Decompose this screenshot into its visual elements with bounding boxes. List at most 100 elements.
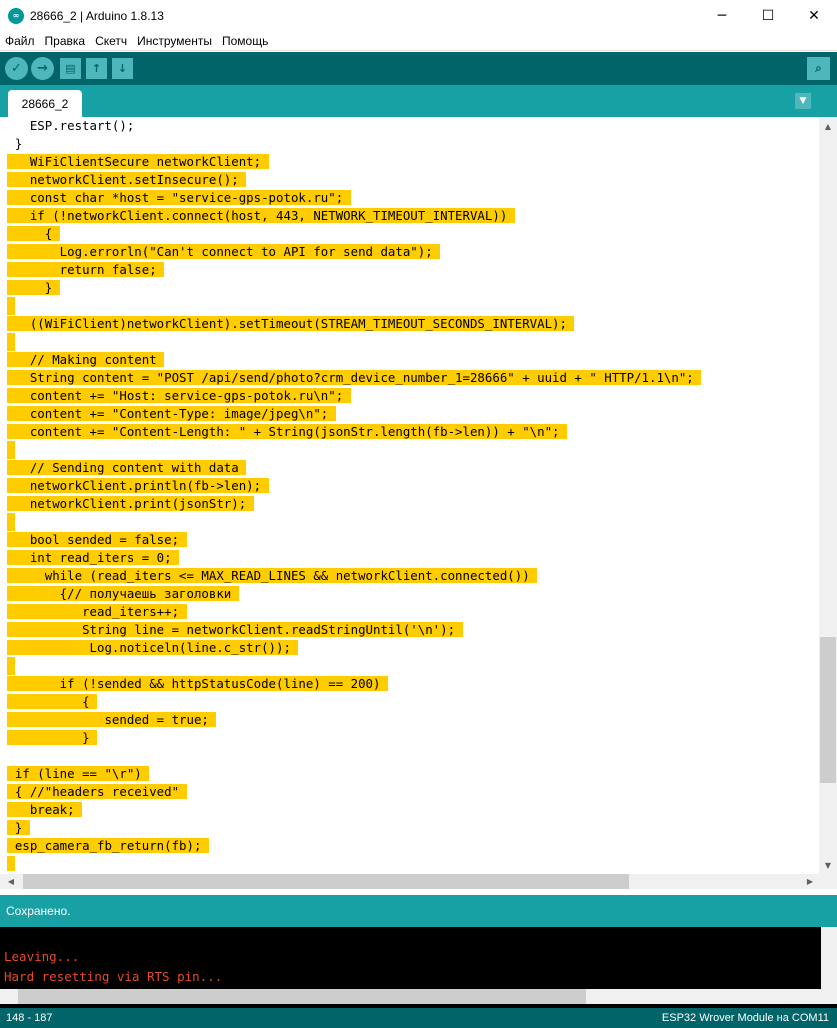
code-line[interactable] (0, 855, 819, 873)
menu-sketch[interactable]: Скетч (90, 34, 132, 48)
scroll-left-icon[interactable]: ◀ (2, 872, 20, 890)
code-line[interactable]: if (!sended && httpStatusCode(line) == 2… (0, 675, 819, 693)
code-line[interactable]: if (!networkClient.connect(host, 443, NE… (0, 207, 819, 225)
tab-menu-button[interactable]: ▼ (795, 93, 811, 109)
code-line-text: if (!sended && httpStatusCode(line) == 2… (7, 676, 388, 691)
menu-tools[interactable]: Инструменты (132, 34, 217, 48)
code-line[interactable] (0, 513, 819, 531)
code-line[interactable]: } (0, 135, 819, 153)
console-vertical-scrollbar[interactable] (821, 927, 837, 993)
code-line-text: bool sended = false; (7, 532, 187, 547)
code-line-text: { //"headers received" (7, 784, 187, 799)
code-line[interactable]: int read_iters = 0; (0, 549, 819, 567)
code-editor[interactable]: ESP.restart(); } WiFiClientSecure networ… (0, 117, 837, 874)
editor-horizontal-scrollbar[interactable]: ◀ ▶ (0, 874, 837, 889)
code-line[interactable]: bool sended = false; (0, 531, 819, 549)
code-line-text: Log.noticeln(line.c_str()); (7, 640, 299, 655)
code-line-text: return false; (7, 262, 165, 277)
code-line[interactable] (0, 333, 819, 351)
code-line[interactable]: {// получаешь заголовки (0, 585, 819, 603)
code-line-text: sended = true; (7, 712, 217, 727)
code-line[interactable]: Log.noticeln(line.c_str()); (0, 639, 819, 657)
code-line[interactable]: String content = "POST /api/send/photo?c… (0, 369, 819, 387)
code-line[interactable]: content += "Content-Type: image/jpeg\n"; (0, 405, 819, 423)
code-area[interactable]: ESP.restart(); } WiFiClientSecure networ… (0, 117, 819, 874)
code-line[interactable]: content += "Content-Length: " + String(j… (0, 423, 819, 441)
menu-edit[interactable]: Правка (40, 34, 91, 48)
scroll-right-icon[interactable]: ▶ (801, 872, 819, 890)
open-button[interactable]: ↑ (86, 58, 107, 79)
code-line[interactable]: WiFiClientSecure networkClient; (0, 153, 819, 171)
code-line[interactable]: content += "Host: service-gps-potok.ru\n… (0, 387, 819, 405)
code-line-text: networkClient.println(fb->len); (7, 478, 269, 493)
close-button[interactable]: ✕ (791, 0, 837, 31)
code-line[interactable]: networkClient.setInsecure(); (0, 171, 819, 189)
code-line-text (7, 441, 16, 459)
editor-vertical-scrollbar[interactable]: ▲ ▼ (819, 117, 837, 874)
code-line[interactable]: return false; (0, 261, 819, 279)
upload-button[interactable]: → (31, 57, 54, 80)
arrow-right-icon: → (37, 61, 48, 76)
code-line[interactable]: if (line == "\r") (0, 765, 819, 783)
code-line-text: {// получаешь заголовки (7, 586, 239, 601)
code-line[interactable]: while (read_iters <= MAX_READ_LINES && n… (0, 567, 819, 585)
code-line[interactable]: { (0, 693, 819, 711)
scroll-down-icon[interactable]: ▼ (819, 856, 837, 874)
code-line[interactable] (0, 441, 819, 459)
verify-button[interactable]: ✓ (5, 57, 28, 80)
menu-file[interactable]: Файл (0, 34, 40, 48)
maximize-button[interactable]: ☐ (745, 0, 791, 31)
code-line-text: String content = "POST /api/send/photo?c… (7, 370, 702, 385)
code-line[interactable] (0, 747, 819, 765)
code-line-text: Log.errorln("Can't connect to API for se… (7, 244, 441, 259)
code-line-text: const char *host = "service-gps-potok.ru… (7, 190, 351, 205)
check-icon: ✓ (11, 61, 22, 76)
code-line[interactable]: // Sending content with data (0, 459, 819, 477)
code-line-text: ((WiFiClient)networkClient).setTimeout(S… (7, 316, 575, 331)
code-line[interactable]: } (0, 279, 819, 297)
code-line[interactable]: networkClient.print(jsonStr); (0, 495, 819, 513)
code-line[interactable]: sended = true; (0, 711, 819, 729)
code-line[interactable]: break; (0, 801, 819, 819)
code-line[interactable] (0, 297, 819, 315)
code-line-text: } (7, 730, 97, 745)
magnifier-icon: ⌕ (815, 61, 822, 75)
console-horizontal-scrollbar[interactable] (0, 989, 837, 1004)
code-line[interactable]: { //"headers received" (0, 783, 819, 801)
menu-bar: Файл Правка Скетч Инструменты Помощь (0, 31, 837, 51)
save-button[interactable]: ↓ (112, 58, 133, 79)
editor-vertical-scroll-thumb[interactable] (820, 637, 836, 783)
minimize-button[interactable]: ─ (699, 0, 745, 31)
console-line: Hard resetting via RTS pin... (4, 969, 223, 984)
code-line[interactable]: ((WiFiClient)networkClient).setTimeout(S… (0, 315, 819, 333)
code-line[interactable]: } (0, 729, 819, 747)
code-line[interactable]: Log.errorln("Can't connect to API for se… (0, 243, 819, 261)
window-title: 28666_2 | Arduino 1.8.13 (30, 8, 164, 23)
toolbar: ✓ → ▤ ↑ ↓ ⌕ (0, 52, 837, 85)
code-line[interactable]: { (0, 225, 819, 243)
code-line-text: esp_camera_fb_return(fb); (7, 838, 209, 853)
menu-help[interactable]: Помощь (217, 34, 273, 48)
serial-monitor-button[interactable]: ⌕ (807, 57, 830, 80)
new-button[interactable]: ▤ (60, 58, 81, 79)
code-line[interactable]: String line = networkClient.readStringUn… (0, 621, 819, 639)
code-line[interactable] (0, 657, 819, 675)
code-line[interactable]: networkClient.println(fb->len); (0, 477, 819, 495)
code-line-text: networkClient.setInsecure(); (7, 172, 247, 187)
code-line-text (7, 856, 15, 871)
window-controls: ─ ☐ ✕ (699, 0, 837, 31)
code-line[interactable]: read_iters++; (0, 603, 819, 621)
code-line-text: } (7, 280, 60, 295)
editor-horizontal-scroll-thumb[interactable] (23, 874, 629, 889)
scroll-up-icon[interactable]: ▲ (819, 117, 837, 135)
code-line-text: if (!networkClient.connect(host, 443, NE… (7, 208, 515, 223)
tab-sketch[interactable]: 28666_2 (8, 90, 82, 117)
code-line-text: { (7, 226, 60, 241)
code-line[interactable]: ESP.restart(); (0, 117, 819, 135)
code-line[interactable]: esp_camera_fb_return(fb); (0, 837, 819, 855)
code-line[interactable]: // Making content (0, 351, 819, 369)
console-horizontal-scroll-thumb[interactable] (18, 989, 586, 1004)
code-line-text: if (line == "\r") (7, 766, 150, 781)
code-line[interactable]: const char *host = "service-gps-potok.ru… (0, 189, 819, 207)
code-line[interactable]: } (0, 819, 819, 837)
